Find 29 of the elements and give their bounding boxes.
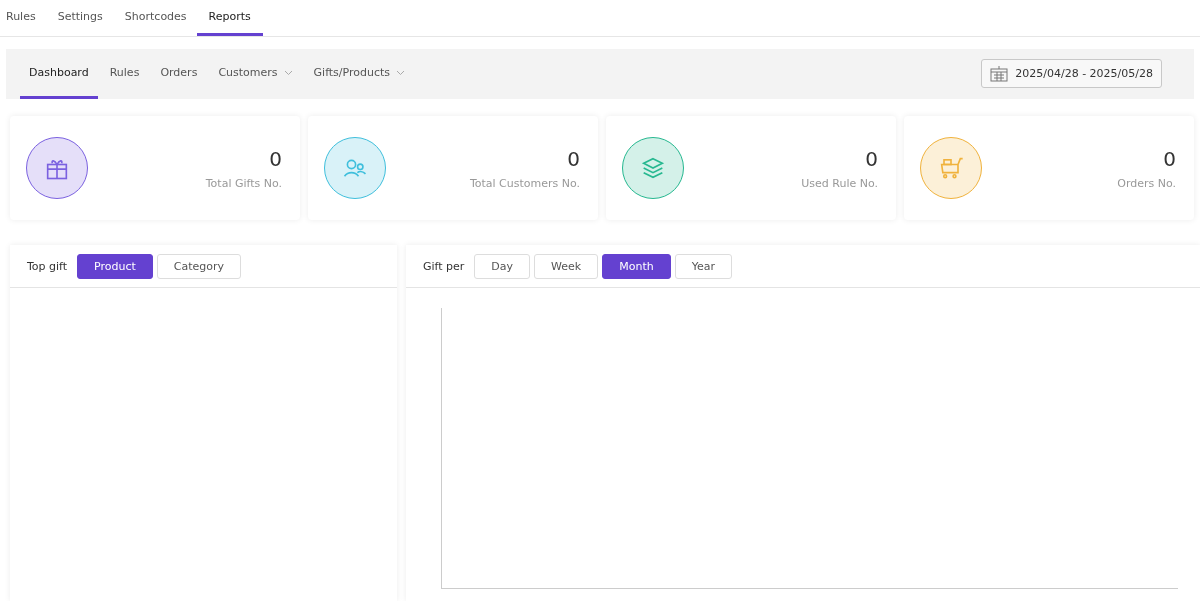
date-range-button[interactable]: 2025/04/28 - 2025/05/28: [981, 59, 1162, 88]
sub-tab[interactable]: Rules: [100, 49, 149, 99]
calendar-icon: [990, 65, 1009, 82]
stat-value: 0: [269, 146, 282, 171]
toggle-option[interactable]: Month: [602, 253, 671, 279]
toggle-option[interactable]: Year: [674, 253, 732, 279]
toggle-option[interactable]: Category: [156, 253, 242, 279]
stat-label: Total Gifts No.: [205, 176, 282, 190]
chevron-down-icon: [396, 69, 406, 76]
sub-tab[interactable]: Customers: [209, 49, 302, 99]
panel-title: Top gift: [27, 259, 68, 273]
top-tab[interactable]: Shortcodes: [112, 0, 199, 36]
sub-tab[interactable]: Orders: [151, 49, 207, 99]
panel-title: Gift per: [423, 259, 465, 273]
stat-value: 0: [865, 146, 878, 171]
sub-tab[interactable]: Gifts/Products: [304, 49, 415, 99]
top-tab[interactable]: Rules: [0, 0, 48, 36]
sub-tab[interactable]: Dashboard: [20, 49, 98, 99]
toggle-option[interactable]: Week: [534, 253, 599, 279]
toggle-option[interactable]: Day: [474, 253, 531, 279]
stat-value: 0: [1163, 146, 1176, 171]
stat-label: Used Rule No.: [801, 176, 878, 190]
toggle-option[interactable]: Product: [77, 253, 153, 279]
top-tab[interactable]: Settings: [45, 0, 115, 36]
stat-label: Total Customers No.: [469, 176, 580, 190]
stat-value: 0: [567, 146, 580, 171]
top-tab[interactable]: Reports: [196, 0, 263, 36]
chevron-down-icon: [283, 69, 293, 76]
stat-label: Orders No.: [1117, 176, 1176, 190]
